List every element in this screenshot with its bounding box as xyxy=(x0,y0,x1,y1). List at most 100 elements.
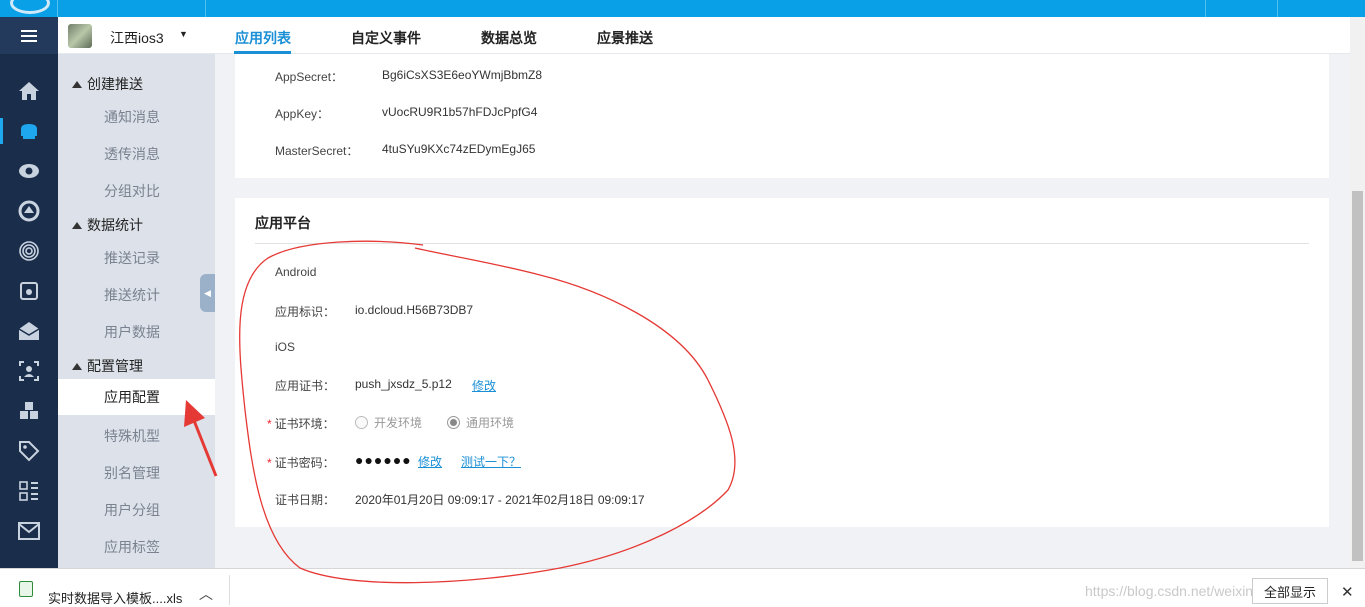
page-scrollbar[interactable] xyxy=(1350,17,1365,568)
nav-support[interactable] xyxy=(0,196,58,226)
required-mark: * xyxy=(267,456,272,470)
nav-users[interactable] xyxy=(0,356,58,386)
sidebar-collapse-button[interactable]: ◀ xyxy=(200,274,215,312)
caret-down-icon[interactable]: ▼ xyxy=(179,29,188,39)
cubes-icon xyxy=(20,402,38,419)
nav-security[interactable] xyxy=(0,236,58,266)
app-keys-card: AppSecret： Bg6iCsXS3E6eoYWmjBbmZ8 AppKey… xyxy=(235,54,1329,178)
nav-message[interactable] xyxy=(0,316,58,346)
sidebar-item-push-stats[interactable]: 推送统计 xyxy=(104,285,160,305)
app-id-value: io.dcloud.H56B73DB7 xyxy=(355,303,474,317)
sidebar-item-notification[interactable]: 通知消息 xyxy=(104,107,160,127)
top-divider xyxy=(1277,0,1278,17)
device-icon xyxy=(20,282,38,300)
sidebar-item-user-data[interactable]: 用户数据 xyxy=(104,322,160,342)
appsecret-value: Bg6iCsXS3E6eoYWmjBbmZ8 xyxy=(382,68,543,82)
close-icon[interactable]: ✕ xyxy=(1341,583,1354,601)
app-selector[interactable]: 江西ios3 xyxy=(110,28,164,48)
tab-scene-push[interactable]: 应景推送 xyxy=(597,28,653,48)
eye-icon xyxy=(19,164,39,178)
cert-label: 应用证书： xyxy=(275,379,336,393)
collapse-triangle-icon xyxy=(72,362,82,370)
push-icon xyxy=(21,124,37,139)
sidebar-item-app-config[interactable]: 应用配置 xyxy=(58,379,215,415)
collapse-triangle-icon xyxy=(72,221,82,229)
cert-password-value: ●●●●●● xyxy=(355,452,412,468)
menu-icon xyxy=(21,29,37,42)
sidebar: 创建推送 通知消息 透传消息 分组对比 数据统计 推送记录 推送统计 用户数据 … xyxy=(58,54,215,568)
password-test-link[interactable]: 测试一下？ xyxy=(461,453,521,470)
cert-env-label: * 证书环境： xyxy=(267,417,335,431)
sidebar-item-ab-test[interactable]: 分组对比 xyxy=(104,181,160,201)
download-bar: 实时数据导入模板....xls ︿ https://blog.csdn.net/… xyxy=(0,568,1365,607)
nav-modules[interactable] xyxy=(0,396,58,426)
fingerprint-icon xyxy=(19,241,39,261)
chevron-up-icon[interactable]: ︿ xyxy=(199,584,213,604)
avatar[interactable] xyxy=(68,24,92,48)
sidebar-item-passthrough[interactable]: 透传消息 xyxy=(104,144,160,164)
nav-view[interactable] xyxy=(0,156,58,186)
section-title: 应用平台 xyxy=(255,215,311,231)
tab-custom-events[interactable]: 自定义事件 xyxy=(351,28,421,48)
sidebar-group-config[interactable]: 配置管理 xyxy=(72,356,143,376)
scrollbar-thumb[interactable] xyxy=(1352,191,1363,561)
sidebar-item-alias[interactable]: 别名管理 xyxy=(104,463,160,483)
download-file-name[interactable]: 实时数据导入模板....xls xyxy=(48,588,182,607)
watermark-text: https://blog.csdn.net/weixin_... xyxy=(1085,583,1273,599)
mail-icon xyxy=(18,522,40,540)
radio-circle xyxy=(355,416,368,429)
tab-data-overview[interactable]: 数据总览 xyxy=(481,28,537,48)
mastersecret-value: 4tuSYu9KXc74zEDymEgJ65 xyxy=(382,142,536,156)
nav-apps[interactable] xyxy=(0,476,58,506)
excel-file-icon xyxy=(19,581,33,597)
sidebar-item-push-records[interactable]: 推送记录 xyxy=(104,248,160,268)
app-id-label: 应用标识： xyxy=(275,305,336,319)
cert-file-value: push_jxsdz_5.p12 xyxy=(355,377,452,391)
sidebar-item-app-tags[interactable]: 应用标签 xyxy=(104,537,160,557)
top-divider xyxy=(1205,0,1206,17)
android-label: Android xyxy=(275,265,317,279)
nav-device[interactable] xyxy=(0,276,58,306)
tag-icon xyxy=(19,441,40,462)
env-dev-radio[interactable]: 开发环境 xyxy=(355,414,422,431)
cert-date-label: 证书日期： xyxy=(275,493,336,507)
show-all-button[interactable]: 全部显示 xyxy=(1252,578,1328,604)
cert-edit-link[interactable]: 修改 xyxy=(472,377,496,394)
tab-app-list[interactable]: 应用列表 xyxy=(235,28,291,48)
user-scan-icon xyxy=(19,361,39,381)
password-edit-link[interactable]: 修改 xyxy=(418,453,442,470)
nav-tags[interactable] xyxy=(0,436,58,466)
appsecret-label: AppSecret： xyxy=(275,70,344,84)
divider xyxy=(229,575,230,605)
radio-circle-checked xyxy=(447,416,460,429)
cert-date-value: 2020年01月20日 09:09:17 - 2021年02月18日 09:09… xyxy=(355,493,645,507)
mail-open-icon xyxy=(18,322,40,340)
apps-grid-icon xyxy=(19,481,38,501)
sidebar-group-statistics[interactable]: 数据统计 xyxy=(72,215,143,235)
top-divider xyxy=(57,0,58,17)
logo-icon xyxy=(10,0,50,14)
sidebar-item-user-groups[interactable]: 用户分组 xyxy=(104,500,160,520)
ios-label: iOS xyxy=(275,340,296,354)
headset-icon xyxy=(18,200,40,222)
top-bar xyxy=(0,0,1365,17)
main-content: AppSecret： Bg6iCsXS3E6eoYWmjBbmZ8 AppKey… xyxy=(215,54,1350,568)
sidebar-group-create-push[interactable]: 创建推送 xyxy=(72,74,143,94)
required-mark: * xyxy=(267,417,272,431)
appkey-label: AppKey： xyxy=(275,107,330,121)
collapse-triangle-icon xyxy=(72,80,82,88)
cert-password-label: * 证书密码： xyxy=(267,456,335,470)
home-icon xyxy=(19,82,39,100)
icon-rail xyxy=(0,17,58,568)
top-divider xyxy=(205,0,206,17)
app-platform-card: 应用平台 Android 应用标识： io.dcloud.H56B73DB7 i… xyxy=(235,198,1329,527)
mastersecret-label: MasterSecret： xyxy=(275,144,359,158)
env-general-radio[interactable]: 通用环境 xyxy=(447,414,514,431)
nav-home[interactable] xyxy=(0,76,58,106)
divider xyxy=(255,243,1309,244)
appkey-value: vUocRU9R1b57hFDJcPpfG4 xyxy=(382,105,538,119)
menu-button[interactable] xyxy=(0,17,58,54)
nav-push[interactable] xyxy=(0,116,58,146)
sidebar-item-special-models[interactable]: 特殊机型 xyxy=(104,426,160,446)
nav-mail[interactable] xyxy=(0,516,58,546)
